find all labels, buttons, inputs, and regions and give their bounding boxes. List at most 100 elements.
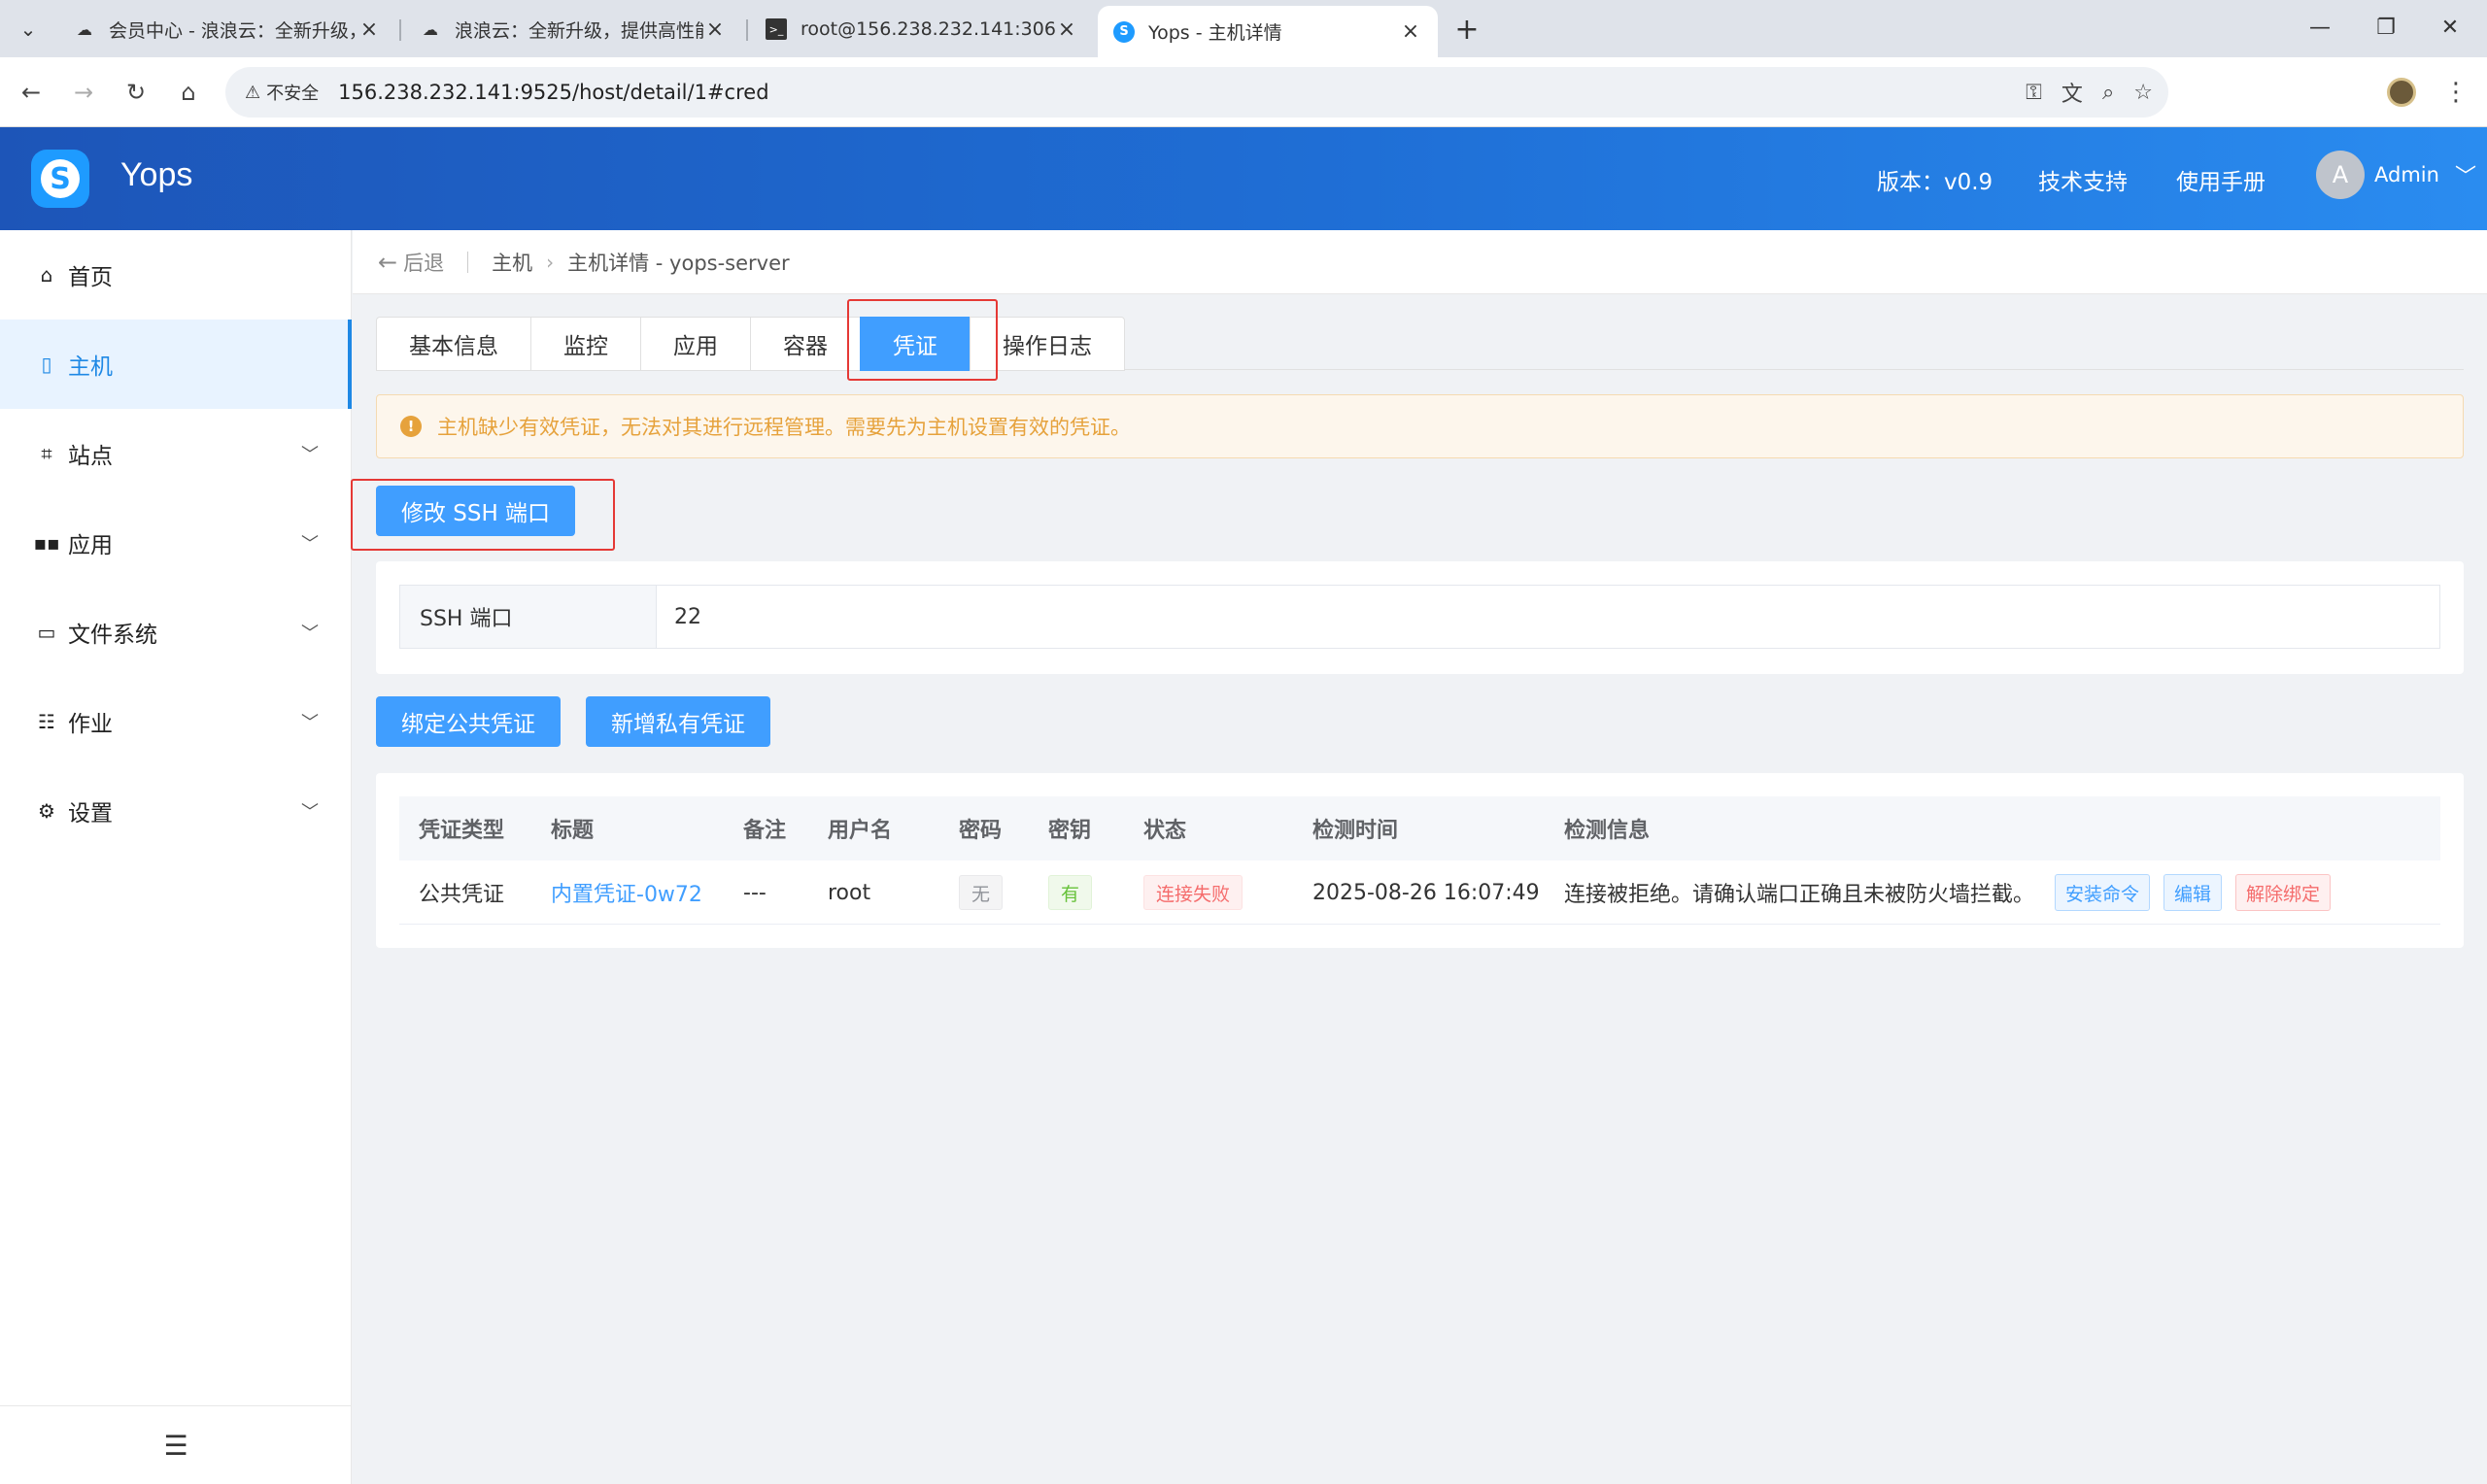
chevron-down-icon: ﹀ [2454,165,2476,189]
extension-icon[interactable] [2382,73,2421,112]
sidebar-item-home[interactable]: ⌂ 首页 [0,230,352,320]
table-header: 凭证类型 标题 备注 用户名 密码 密钥 状态 检测时间 检测信息 [399,796,2440,860]
tab-monitor[interactable]: 监控 [530,317,640,371]
sidebar: ⌂ 首页 ▯ 主机 ⌗ 站点 ﹀ ▪▪ 应用 ﹀ ▭ 文件系统 ﹀ ☷ 作业 ﹀… [0,230,352,1484]
url-text[interactable]: 156.238.232.141:9525/host/detail/1#cred [338,81,768,104]
back-button[interactable]: ← 后退 [378,248,444,277]
avatar: A [2316,151,2365,199]
security-indicator[interactable]: ⚠ 不安全 [233,74,330,111]
tab-apps[interactable]: 应用 [640,317,750,371]
translate-icon[interactable]: 文 [2061,77,2083,108]
column-header: 用户名 [828,819,893,843]
browser-tab-4-active[interactable]: S Yops - 主机详情 × [1098,6,1438,57]
chevron-down-icon: ﹀ [301,445,319,465]
cell-username: root [828,880,871,905]
folder-icon: ▭ [37,621,56,644]
cell-check-time: 2025-08-26 16:07:49 [1312,880,1540,905]
browser-tab-bar: ⌄ ☁ 会员中心 - 浪浪云：全新升级， × ☁ 浪浪云：全新升级，提供高性能 … [0,0,2487,57]
sidebar-item-host[interactable]: ▯ 主机 [0,320,352,409]
cell-check-info: 连接被拒绝。请确认端口正确且未被防火墙拦截。 [1564,883,2035,907]
column-header: 凭证类型 [419,819,505,843]
cell-type: 公共凭证 [419,883,505,907]
app-header: S Yops 版本：v0.9 技术支持 使用手册 A Admin ﹀ [0,127,2487,230]
terminal-icon: >_ [766,18,787,40]
close-icon[interactable]: × [1399,19,1422,44]
credential-title-link[interactable]: 内置凭证-0w72 [551,860,702,925]
tab-containers[interactable]: 容器 [750,317,860,371]
table-row: 公共凭证 内置凭证-0w72 --- root 无 有 连接失败 2025-08… [399,860,2440,925]
ssh-port-row: SSH 端口 22 [399,585,2440,649]
detail-tabs: 基本信息 监控 应用 容器 凭证 操作日志 [376,317,1125,371]
sidebar-item-settings[interactable]: ⚙ 设置 ﹀ [0,766,352,856]
key-tag: 有 [1048,875,1093,910]
column-header: 检测信息 [1564,819,1651,843]
new-tab-button[interactable]: + [1451,13,1482,47]
zoom-icon[interactable]: ⌕ [2102,81,2114,105]
bind-public-credential-button[interactable]: 绑定公共凭证 [376,696,561,747]
chevron-down-icon: ﹀ [301,713,319,733]
ssh-port-card: SSH 端口 22 [376,561,2464,674]
tech-support-link[interactable]: 技术支持 [2038,163,2128,196]
chevron-right-icon: › [546,250,555,274]
breadcrumb: ← 后退 主机 › 主机详情 - yops-server [353,230,2487,294]
browser-tab-2[interactable]: ☁ 浪浪云：全新升级，提供高性能 × [404,8,742,51]
yops-logo[interactable]: S [31,150,89,208]
server-icon: ▯ [41,353,52,376]
close-icon[interactable]: × [703,17,727,42]
column-header: 密码 [959,819,1003,843]
column-header: 标题 [551,819,595,843]
browser-tab-3[interactable]: >_ root@156.238.232.141:30669 × [750,8,1094,51]
user-manual-link[interactable]: 使用手册 [2176,163,2266,196]
home-icon: ⌂ [40,263,53,287]
browser-tab-1[interactable]: ☁ 会员中心 - 浪浪云：全新升级， × [58,8,396,51]
alert-text: 主机缺少有效凭证，无法对其进行远程管理。需要先为主机设置有效的凭证。 [437,416,1131,439]
tab-basic-info[interactable]: 基本信息 [376,317,530,371]
sidebar-item-apps[interactable]: ▪▪ 应用 ﹀ [0,498,352,588]
omnibox-icons: ⚿ 文 ⌕ ☆ [2026,67,2153,118]
add-private-credential-button[interactable]: 新增私有凭证 [586,696,770,747]
sidebar-item-site[interactable]: ⌗ 站点 ﹀ [0,409,352,498]
close-icon[interactable]: × [358,17,381,42]
tab-search-chevron-icon[interactable]: ⌄ [13,14,44,45]
cell-note: --- [743,880,767,905]
more-menu-icon[interactable]: ⋮ [2436,73,2475,112]
yops-icon: S [1113,20,1135,43]
user-menu[interactable]: A Admin ﹀ [2316,151,2476,199]
column-header: 备注 [743,819,787,843]
row-actions: 安装命令 编辑 解除绑定 [2055,860,2344,925]
unbind-button[interactable]: 解除绑定 [2235,874,2332,911]
user-name: Admin [2374,163,2439,186]
exclamation-icon: ! [400,416,422,437]
omnibox[interactable]: ⚠ 不安全 156.238.232.141:9525/host/detail/1… [225,67,2168,118]
address-bar: ← → ↻ ⌂ ⚠ 不安全 156.238.232.141:9525/host/… [0,57,2487,127]
chevron-down-icon: ﹀ [301,534,319,555]
tab-separator [399,19,401,41]
sidebar-item-filesystem[interactable]: ▭ 文件系统 ﹀ [0,588,352,677]
divider [467,251,469,273]
forward-arrow-icon[interactable]: → [64,73,103,112]
minimize-icon[interactable]: — [2293,8,2347,47]
breadcrumb-host[interactable]: 主机 [492,248,532,277]
breadcrumb-current: 主机详情 - yops-server [567,251,790,275]
install-command-button[interactable]: 安装命令 [2055,874,2151,911]
warning-triangle-icon: ⚠ [245,82,261,103]
sidebar-item-jobs[interactable]: ☷ 作业 ﹀ [0,677,352,766]
tab-separator [746,19,748,41]
key-icon[interactable]: ⚿ [2026,81,2042,105]
highlight-box-credentials-tab [847,299,998,381]
cloud-icon: ☁ [77,19,92,39]
highlight-box-ssh-button [351,479,615,551]
restore-icon[interactable]: ❐ [2359,8,2413,47]
tabs-divider [1125,369,2464,370]
cloud-icon: ☁ [423,19,438,39]
back-arrow-icon[interactable]: ← [12,73,51,112]
reload-icon[interactable]: ↻ [117,73,155,112]
status-badge: 连接失败 [1143,875,1244,910]
window-close-icon[interactable]: ✕ [2423,8,2477,47]
bookmark-star-icon[interactable]: ☆ [2133,81,2153,105]
password-tag: 无 [959,875,1004,910]
home-icon[interactable]: ⌂ [169,73,208,112]
close-icon[interactable]: × [1055,17,1078,42]
collapse-menu-icon[interactable]: ☰ [0,1405,352,1484]
edit-button[interactable]: 编辑 [2163,874,2223,911]
